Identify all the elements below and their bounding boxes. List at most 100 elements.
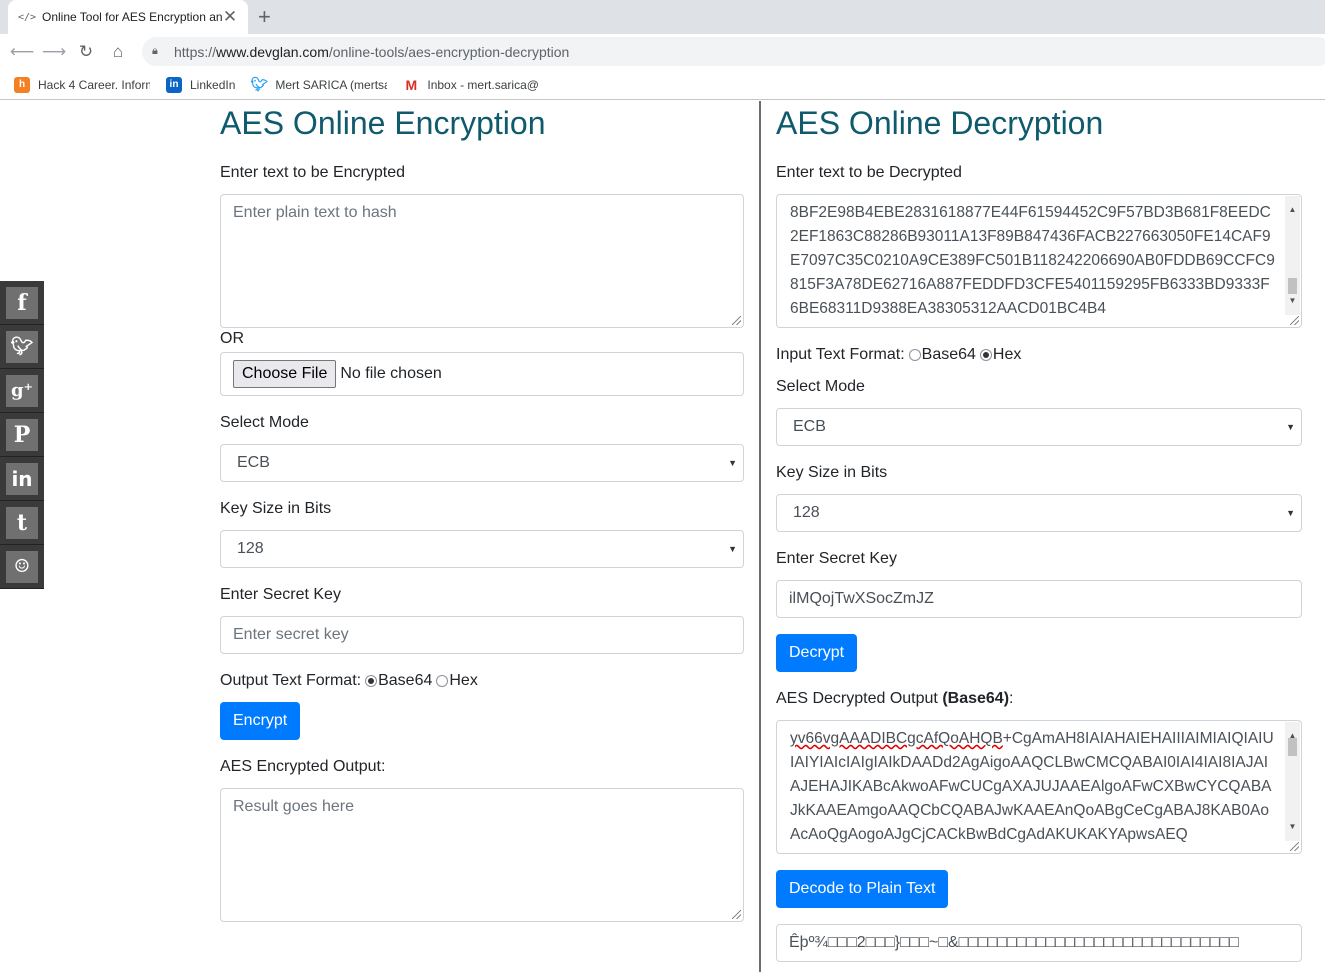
close-tab-icon[interactable]: ✕ [222,7,238,27]
plain-text-output[interactable]: Êþº¾□□□2□□□}□□□~□&□□□□□□□□□□□□□□□□□□□□□□… [776,924,1302,962]
output-format-label: Output Text Format: [220,672,362,689]
share-facebook[interactable]: f [0,281,44,325]
radio-base64-label: Base64 [378,672,433,689]
chevron-down-icon: ▼ [728,458,737,468]
input-format-row: Input Text Format: Base64 Hex [776,346,1021,364]
back-arrow-icon[interactable]: ⟵ [6,42,38,62]
devglan-favicon-icon: </> [18,11,37,23]
decrypt-button[interactable]: Decrypt [776,634,858,672]
decode-plain-text-button[interactable]: Decode to Plain Text [776,870,949,908]
bookmark-gmail[interactable]: M Inbox - mert.sarica@ [403,77,539,93]
scroll-down-icon[interactable]: ▼ [1285,289,1300,313]
chevron-down-icon: ▼ [728,544,737,554]
hack4career-icon: h [14,76,30,93]
decrypt-mode-value: ECB [793,418,826,435]
decrypt-mode-label: Select Mode [776,378,865,395]
bookmark-linkedin[interactable]: in LinkedIn [166,76,235,93]
chevron-down-icon: ▼ [1286,508,1295,518]
url-host: www.devglan.com [216,43,329,60]
decrypt-key-label: Enter Secret Key [776,550,897,567]
bookmark-hack4career[interactable]: h Hack 4 Career. Inform [14,76,150,93]
new-tab-icon[interactable]: + [258,4,271,30]
radio-base64[interactable] [365,675,378,687]
encrypt-keysize-select[interactable]: 128 ▼ [220,530,744,568]
decrypt-input-value: 8BF2E98B4EBE2831618877E44F61594452C9F57B… [790,204,1275,317]
encrypt-input-placeholder: Enter plain text to hash [233,204,397,221]
encrypt-output-textarea[interactable]: Result goes here [220,788,744,922]
reload-icon[interactable]: ↻ [70,42,102,62]
encrypt-button[interactable]: Encrypt [220,702,301,740]
share-tumblr[interactable]: t [0,501,44,545]
decrypt-mode-select[interactable]: ECB ▼ [776,408,1302,446]
output-format-row: Output Text Format: Base64 Hex [220,672,478,690]
resize-handle-icon[interactable] [1290,316,1299,325]
radio-hex[interactable] [436,675,449,687]
resize-handle-icon[interactable] [732,316,741,325]
address-bar[interactable]: 🔒︎ https://www.devglan.com/online-tools/… [142,37,1325,66]
scroll-up-icon[interactable]: ▲ [1285,198,1300,222]
forward-arrow-icon[interactable]: ⟶ [38,42,70,62]
decrypt-output-spellcheck-word: yv66vgAAADIBCgcAfQoAHQB [790,730,1003,747]
linkedin-icon: in [166,76,182,93]
twitter-icon: 🐦︎ [250,76,269,92]
encrypt-input-textarea[interactable]: Enter plain text to hash [220,194,744,328]
home-icon[interactable]: ⌂ [102,42,134,62]
google-plus-icon: g⁺ [6,374,38,407]
encrypt-input-label: Enter text to be Encrypted [220,164,405,181]
radio-hex[interactable] [979,349,992,361]
scroll-down-icon[interactable]: ▼ [1285,815,1300,839]
facebook-icon: f [6,286,38,319]
decrypt-input-textarea[interactable]: 8BF2E98B4EBE2831618877E44F61594452C9F57B… [776,194,1302,328]
decrypt-key-input[interactable]: ilMQojTwXSocZmJZ [776,580,1302,618]
gmail-icon: M [405,76,418,93]
encrypt-mode-value: ECB [237,454,270,471]
browser-toolbar: ⟵ ⟶ ↻ ⌂ 🔒︎ https://www.devglan.com/onlin… [0,34,1325,70]
bookmarks-bar: h Hack 4 Career. Inform in LinkedIn 🐦︎ M… [0,70,1325,100]
share-google-plus[interactable]: g⁺ [0,369,44,413]
social-share-bar: f 🐦︎ g⁺ P in t ☺ [0,281,44,589]
encrypt-mode-label: Select Mode [220,414,309,431]
radio-hex-label: Hex [992,346,1022,363]
encrypt-output-label: AES Encrypted Output: [220,758,386,775]
or-label: OR [220,330,244,347]
twitter-icon: 🐦︎ [6,330,38,363]
radio-base64[interactable] [908,349,921,361]
encrypt-key-input[interactable]: Enter secret key [220,616,744,654]
encrypt-mode-select[interactable]: ECB ▼ [220,444,744,482]
decrypt-output-textarea[interactable]: yv66vgAAADIBCgcAfQoAHQB+CgAmAH8IAIAHAIEH… [776,720,1302,854]
encrypt-keysize-label: Key Size in Bits [220,500,332,517]
decrypt-output-scrollbar[interactable]: ▲ ▼ [1285,722,1300,841]
share-pinterest[interactable]: P [0,413,44,457]
url-path: /online-tools/aes-encryption-decryption [328,43,570,60]
browser-tab[interactable]: </> Online Tool for AES Encryption an ✕ [8,0,248,34]
file-input[interactable]: Choose File No file chosen [220,352,744,396]
decrypt-keysize-value: 128 [793,504,820,521]
encrypt-keysize-value: 128 [237,540,264,557]
file-status: No file chosen [340,365,442,382]
resize-handle-icon[interactable] [1290,842,1299,851]
decrypt-key-value: ilMQojTwXSocZmJZ [789,590,934,607]
share-twitter[interactable]: 🐦︎ [0,325,44,369]
encryption-title: AES Online Encryption [220,105,546,141]
linkedin-icon: in [6,462,38,495]
bookmark-twitter[interactable]: 🐦︎ Mert SARICA (mertsa [250,76,387,93]
column-divider [759,101,761,972]
share-reddit[interactable]: ☺ [0,545,44,589]
decrypt-output-label: AES Decrypted Output (Base64): [776,690,1014,707]
decryption-title: AES Online Decryption [776,105,1104,141]
radio-hex-label: Hex [449,672,478,689]
tab-title: Online Tool for AES Encryption an [42,10,222,24]
choose-file-button[interactable]: Choose File [233,360,337,388]
chevron-down-icon: ▼ [1286,422,1295,432]
share-linkedin[interactable]: in [0,457,44,501]
pinterest-icon: P [6,418,38,451]
scrollbar-thumb[interactable] [1288,738,1297,756]
lock-icon: 🔒︎ [152,45,158,57]
resize-handle-icon[interactable] [732,910,741,919]
decrypt-keysize-select[interactable]: 128 ▼ [776,494,1302,532]
plain-text-value: Êþº¾□□□2□□□}□□□~□&□□□□□□□□□□□□□□□□□□□□□□… [789,934,1239,951]
radio-base64-label: Base64 [921,346,976,363]
decrypt-input-scrollbar[interactable]: ▲ ▼ [1285,196,1300,315]
input-format-label: Input Text Format: [776,346,905,363]
encrypt-output-placeholder: Result goes here [233,798,354,815]
